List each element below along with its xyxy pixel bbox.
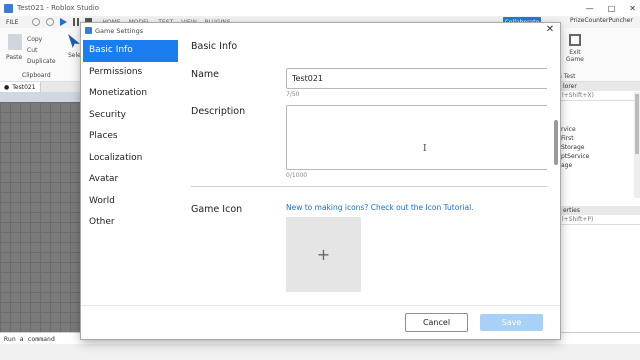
icon-tutorial-link[interactable]: New to making icons? Check out the Icon … <box>286 203 474 212</box>
description-label: Description <box>191 106 246 117</box>
window-controls: — □ ✕ <box>586 0 636 16</box>
nav-item-monetization[interactable]: Monetization <box>83 83 178 105</box>
properties-filter-input[interactable]: l+Shift+P) <box>559 215 640 225</box>
3d-viewport[interactable] <box>0 92 85 332</box>
pause-icon[interactable] <box>73 18 80 26</box>
duplicate-button[interactable]: Duplicate <box>27 56 56 67</box>
explorer-header: lorer <box>559 82 640 91</box>
nav-item-world[interactable]: World <box>83 191 178 213</box>
settings-content: Basic Info Name Test021 7/50 Description… <box>191 40 547 325</box>
properties-panel: erties l+Shift+P) <box>559 206 640 225</box>
nav-item-basic-info[interactable]: Basic Info <box>83 40 178 62</box>
window-titlebar: Test021 - Roblox Studio — □ ✕ <box>0 0 640 16</box>
section-title: Basic Info <box>191 41 238 52</box>
exit-game-button[interactable]: Exit Game <box>566 34 584 63</box>
dialog-titlebar: Game Settings ✕ <box>81 23 560 38</box>
redo-icon[interactable] <box>46 18 55 26</box>
maximize-icon[interactable]: □ <box>608 4 616 13</box>
clipboard-items: Copy Cut Duplicate <box>27 34 56 67</box>
viewport-sky <box>0 92 85 102</box>
nav-item-localization[interactable]: Localization <box>83 148 178 170</box>
explorer-item[interactable]: age <box>561 161 640 170</box>
nav-item-permissions[interactable]: Permissions <box>83 62 178 84</box>
copy-button[interactable]: Copy <box>27 34 56 45</box>
paste-button[interactable]: Paste <box>6 34 22 61</box>
doc-tab[interactable]: ● Test021 <box>0 82 41 92</box>
place-icon: ● <box>4 83 10 91</box>
cursor-icon <box>68 34 80 48</box>
right-panels: lorer l+Shift+X) rvice First Storage ptS… <box>558 82 640 332</box>
window-title: Test021 - Roblox Studio <box>17 4 100 12</box>
explorer-tree: rvice First Storage ptService age <box>559 101 640 170</box>
run-test-group-label: n Test <box>558 73 576 80</box>
file-menu[interactable]: FILE <box>6 19 18 26</box>
name-field[interactable]: Test021 <box>286 68 547 89</box>
studio-icon <box>85 27 92 34</box>
scrollbar-thumb[interactable] <box>554 120 558 165</box>
status-bar <box>0 344 640 360</box>
add-icon-button[interactable]: + <box>286 217 361 292</box>
document-tabs: ● Test021 <box>0 82 85 92</box>
name-char-counter: 7/50 <box>286 91 300 98</box>
play-icon[interactable] <box>60 18 68 26</box>
cut-button[interactable]: Cut <box>27 45 56 56</box>
exit-icon <box>568 34 581 46</box>
section-divider <box>191 186 547 187</box>
close-icon[interactable]: ✕ <box>544 24 556 36</box>
text-cursor-icon: I <box>423 144 427 154</box>
description-char-counter: 0/1000 <box>286 172 308 179</box>
explorer-item[interactable]: ptService <box>561 152 640 161</box>
undo-icon[interactable] <box>32 18 41 26</box>
properties-header: erties <box>559 206 640 215</box>
explorer-scrollbar[interactable] <box>634 92 640 198</box>
settings-nav: Basic Info Permissions Monetization Secu… <box>83 40 178 325</box>
nav-item-places[interactable]: Places <box>83 126 178 148</box>
roblox-studio-icon <box>4 3 13 13</box>
paste-icon <box>8 34 22 50</box>
cancel-button[interactable]: Cancel <box>405 313 468 332</box>
explorer-filter-input[interactable]: l+Shift+X) <box>559 91 640 101</box>
minimize-icon[interactable]: — <box>586 4 594 13</box>
dialog-footer: Cancel Save <box>81 305 560 339</box>
plus-icon: + <box>316 245 331 264</box>
explorer-item[interactable]: rvice <box>561 125 640 134</box>
nav-item-other[interactable]: Other <box>83 212 178 234</box>
name-label: Name <box>191 69 220 80</box>
explorer-item[interactable]: Storage <box>561 143 640 152</box>
clipboard-group-label: Clipboard <box>22 72 51 79</box>
game-settings-dialog: Game Settings ✕ Basic Info Permissions M… <box>81 23 560 339</box>
dialog-scrollbar[interactable] <box>553 40 559 325</box>
dialog-title: Game Settings <box>95 26 144 35</box>
save-button[interactable]: Save <box>480 314 543 331</box>
description-field[interactable]: I <box>286 105 547 170</box>
username[interactable]: PrizeCounterPuncher <box>570 17 633 24</box>
nav-item-security[interactable]: Security <box>83 105 178 127</box>
nav-item-avatar[interactable]: Avatar <box>83 169 178 191</box>
close-window-icon[interactable]: ✕ <box>629 4 636 13</box>
game-icon-label: Game Icon <box>191 204 243 215</box>
explorer-item[interactable]: First <box>561 134 640 143</box>
